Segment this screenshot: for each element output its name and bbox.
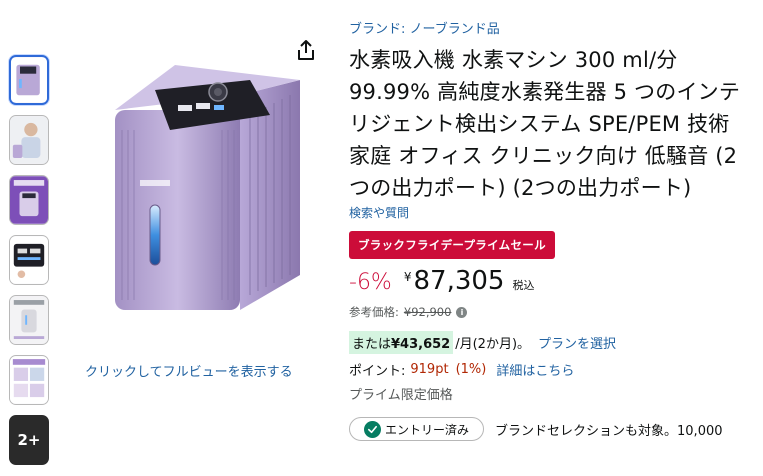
installment-amount: ¥43,652: [391, 337, 451, 352]
thumbnail-device-front[interactable]: [9, 55, 49, 105]
thumbnail-usage-scenes[interactable]: [9, 355, 49, 405]
thumbnail-more[interactable]: 2+: [9, 415, 49, 465]
points-detail-link[interactable]: 詳細はこちら: [496, 360, 574, 379]
reference-price: 参考価格: ¥92,900 i: [349, 304, 754, 320]
thumbnail-image: [10, 116, 48, 164]
prime-limited-label: プライム限定価格: [349, 388, 453, 403]
share-icon[interactable]: [295, 38, 317, 62]
entry-status-button[interactable]: エントリー済み: [349, 417, 485, 441]
thumbnail-image: [10, 236, 48, 284]
price-amount: 87,305: [413, 266, 505, 296]
hydrogen-machine-image: [115, 65, 300, 310]
thumbnail-image: [10, 296, 48, 344]
installment-suffix: /月(2か月)。: [455, 337, 531, 352]
brand-link[interactable]: ブランド: ノーブランド品: [349, 20, 754, 40]
discount-percent: -6%: [349, 270, 392, 295]
thumbnail-image: [10, 176, 48, 224]
select-plan-link[interactable]: プランを選択: [538, 333, 616, 352]
installment-prefix: または: [352, 337, 392, 352]
deal-badge: ブラックフライデープライムセール: [349, 231, 555, 259]
price-row: -6% ¥ 87,305 税込: [349, 266, 754, 302]
installment-highlight: または¥43,652: [349, 331, 454, 354]
more-count: 2+: [17, 431, 41, 449]
product-title: 水素吸入機 水素マシン 300 ml/分 99.99% 高純度水素発生器 5 つ…: [349, 48, 741, 200]
points-label: ポイント:: [349, 364, 406, 379]
thumbnail-image: [11, 57, 47, 103]
thumbnail-image: [10, 356, 48, 404]
thumbnail-list: 2+: [9, 55, 51, 475]
points-percent: (1%): [455, 362, 487, 377]
installment-row: または¥43,652 /月(2か月)。 プランを選択: [349, 331, 754, 354]
entry-status-label: エントリー済み: [385, 422, 470, 437]
thumbnail-person-using[interactable]: [9, 115, 49, 165]
tax-label: 税込: [512, 279, 535, 292]
check-circle-icon: [364, 420, 381, 438]
thumbnail-features[interactable]: [9, 295, 49, 345]
product-info: ブランド: ノーブランド品 水素吸入機 水素マシン 300 ml/分 99.99…: [349, 20, 754, 441]
points-value: 919pt: [410, 362, 449, 377]
reference-price-value: ¥92,900: [403, 305, 452, 319]
reference-price-label: 参考価格:: [349, 305, 399, 319]
points-row: ポイント: 919pt (1%) 詳細はこちら: [349, 360, 754, 379]
qa-search-link[interactable]: 検索や質問: [349, 205, 754, 221]
main-product-image[interactable]: [100, 55, 310, 325]
thumbnail-touch-panel[interactable]: [9, 235, 49, 285]
full-view-link[interactable]: クリックしてフルビューを表示する: [85, 361, 293, 380]
brand-selection-text: ブランドセレクションも対象。10,000: [495, 423, 723, 439]
info-icon[interactable]: i: [456, 306, 468, 318]
entry-row: エントリー済み ブランドセレクションも対象。10,000: [349, 417, 754, 441]
currency-symbol: ¥: [403, 270, 412, 284]
thumbnail-infographic[interactable]: [9, 175, 49, 225]
